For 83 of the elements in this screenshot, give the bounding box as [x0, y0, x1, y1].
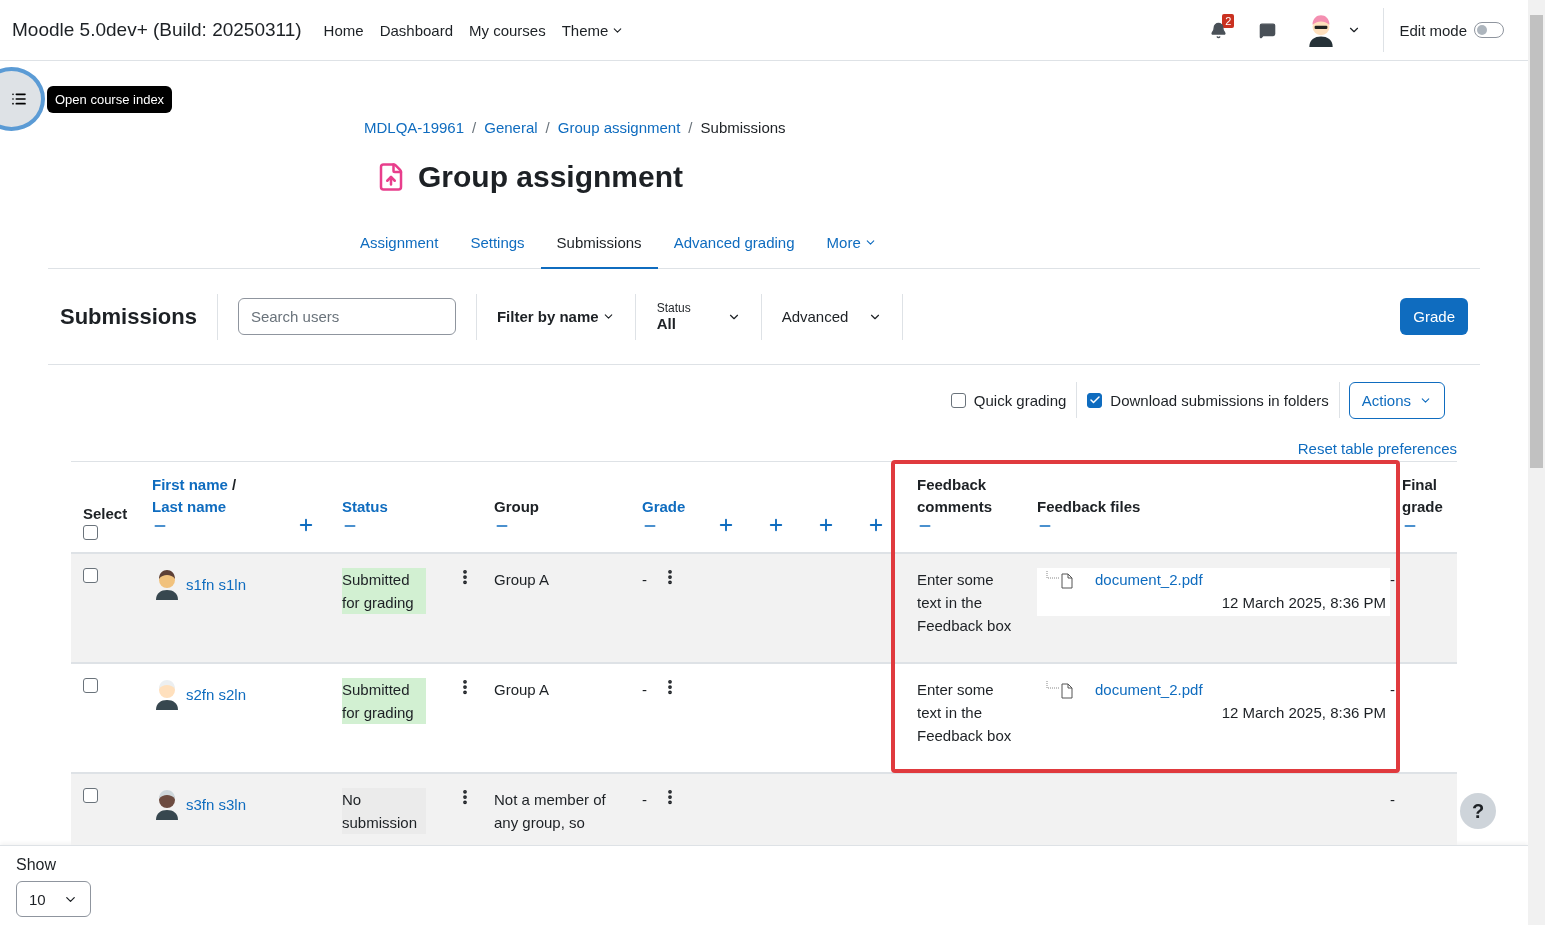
- submission-status: No submission: [342, 788, 426, 834]
- file-link[interactable]: document_2.pdf: [1095, 568, 1203, 591]
- table-cell-text: -: [1390, 790, 1396, 810]
- breadcrumb-link[interactable]: MDLQA-19961: [364, 119, 465, 136]
- table-cell-text: -: [1390, 680, 1396, 700]
- table-cell-text: -: [642, 570, 647, 590]
- download-folders-checkbox[interactable]: [1087, 392, 1103, 408]
- page-title: Group assignment: [418, 160, 684, 194]
- section-heading: Submissions: [59, 303, 198, 330]
- expand-column-icon[interactable]: [717, 516, 735, 534]
- tab[interactable]: Submissions: [540, 222, 658, 269]
- breadcrumb-separator: /: [545, 119, 550, 136]
- advanced-dropdown[interactable]: Advanced: [761, 308, 903, 325]
- row-checkbox[interactable]: [83, 678, 98, 693]
- avatar-icon: [154, 568, 180, 600]
- filter-dropdown[interactable]: Filter by name: [476, 308, 635, 325]
- nav-link[interactable]: My courses: [469, 21, 546, 39]
- checkbox-label: Download submissions in folders: [1110, 391, 1329, 409]
- show-label: Show: [16, 856, 58, 874]
- table-cell-text: Group A: [494, 680, 551, 700]
- expand-column-icon[interactable]: [817, 516, 835, 534]
- list-icon: [11, 91, 27, 107]
- table-cell-text: -: [642, 680, 647, 700]
- column-header: Group: [494, 497, 540, 517]
- site-name: Moodle 5.0dev+ (Build: 20250311): [12, 19, 302, 41]
- user-avatar-icon[interactable]: [1307, 13, 1336, 47]
- avatar-icon: [154, 678, 180, 710]
- help-button[interactable]: ?: [1460, 793, 1496, 829]
- column-sort-link[interactable]: First name: [152, 476, 228, 493]
- student-name-link[interactable]: s1fn s1ln: [186, 572, 247, 596]
- expand-column-icon[interactable]: [867, 516, 885, 534]
- column-sort-link[interactable]: Grade: [642, 498, 686, 515]
- column-sort-link[interactable]: Last name: [152, 498, 227, 515]
- breadcrumb-text: Submissions: [700, 119, 786, 136]
- separator-text: /: [232, 476, 237, 493]
- search-field[interactable]: Search users: [237, 298, 456, 335]
- submission-status: Submitted for grading: [342, 678, 426, 724]
- table-cell-text: Group A: [494, 570, 551, 590]
- table-cell-text: -: [1390, 570, 1396, 590]
- nav-link[interactable]: Dashboard: [379, 21, 453, 39]
- tab[interactable]: Settings: [454, 222, 541, 269]
- column-header: Select: [83, 504, 129, 524]
- avatar-icon: [154, 788, 180, 820]
- breadcrumb-link[interactable]: General: [484, 119, 538, 136]
- per-page-select[interactable]: 10: [16, 881, 91, 917]
- breadcrumb-separator: /: [688, 119, 693, 136]
- scrollbar[interactable]: [1528, 0, 1545, 925]
- file-date: 12 March 2025, 8:36 PM: [1220, 703, 1386, 723]
- expand-column-icon[interactable]: [297, 516, 315, 534]
- student-name-link[interactable]: s3fn s3ln: [186, 792, 247, 816]
- table-cell-text: Enter some text in the Feedback box: [917, 570, 1013, 636]
- tooltip: Open course index: [47, 86, 173, 113]
- file-link[interactable]: document_2.pdf: [1095, 678, 1203, 701]
- tab[interactable]: Advanced grading: [657, 222, 811, 269]
- tab[interactable]: Assignment: [344, 222, 455, 269]
- submission-status: Submitted for grading: [342, 568, 426, 614]
- breadcrumb-separator: /: [472, 119, 477, 136]
- checkbox-label: Quick grading: [973, 391, 1067, 409]
- table-cell-text: Not a member of any group, so: [494, 790, 607, 833]
- select-all-checkbox[interactable]: [83, 525, 98, 540]
- expand-column-icon[interactable]: [767, 516, 785, 534]
- table-cell-text: Enter some text in the Feedback box: [917, 680, 1013, 746]
- column-header: Feedback files: [1037, 497, 1142, 517]
- nav-link[interactable]: Theme: [561, 21, 625, 39]
- grade-button[interactable]: Grade: [1400, 298, 1468, 335]
- edit-mode-label: Edit mode: [1399, 21, 1467, 39]
- messages-button[interactable]: [1257, 20, 1278, 40]
- breadcrumb-link[interactable]: Group assignment: [557, 119, 681, 136]
- student-name-link[interactable]: s2fn s2ln: [186, 682, 247, 706]
- file-date: 12 March 2025, 8:36 PM: [1220, 593, 1386, 613]
- nav-link[interactable]: Home: [323, 21, 364, 39]
- edit-mode-switch[interactable]: [1474, 22, 1504, 38]
- column-header: Feedback comments: [917, 475, 994, 517]
- row-checkbox[interactable]: [83, 568, 98, 583]
- status-dropdown[interactable]: Status All: [635, 301, 761, 332]
- row-checkbox[interactable]: [83, 788, 98, 803]
- column-sort-link[interactable]: Status: [342, 498, 388, 515]
- column-header: Final grade: [1402, 475, 1444, 517]
- table-cell-text: -: [642, 790, 647, 810]
- actions-button[interactable]: Actions: [1348, 381, 1445, 419]
- quick-grading-checkbox[interactable]: [950, 392, 966, 408]
- tab[interactable]: More: [810, 222, 893, 269]
- reset-preferences-link[interactable]: Reset table preferences: [1297, 440, 1457, 457]
